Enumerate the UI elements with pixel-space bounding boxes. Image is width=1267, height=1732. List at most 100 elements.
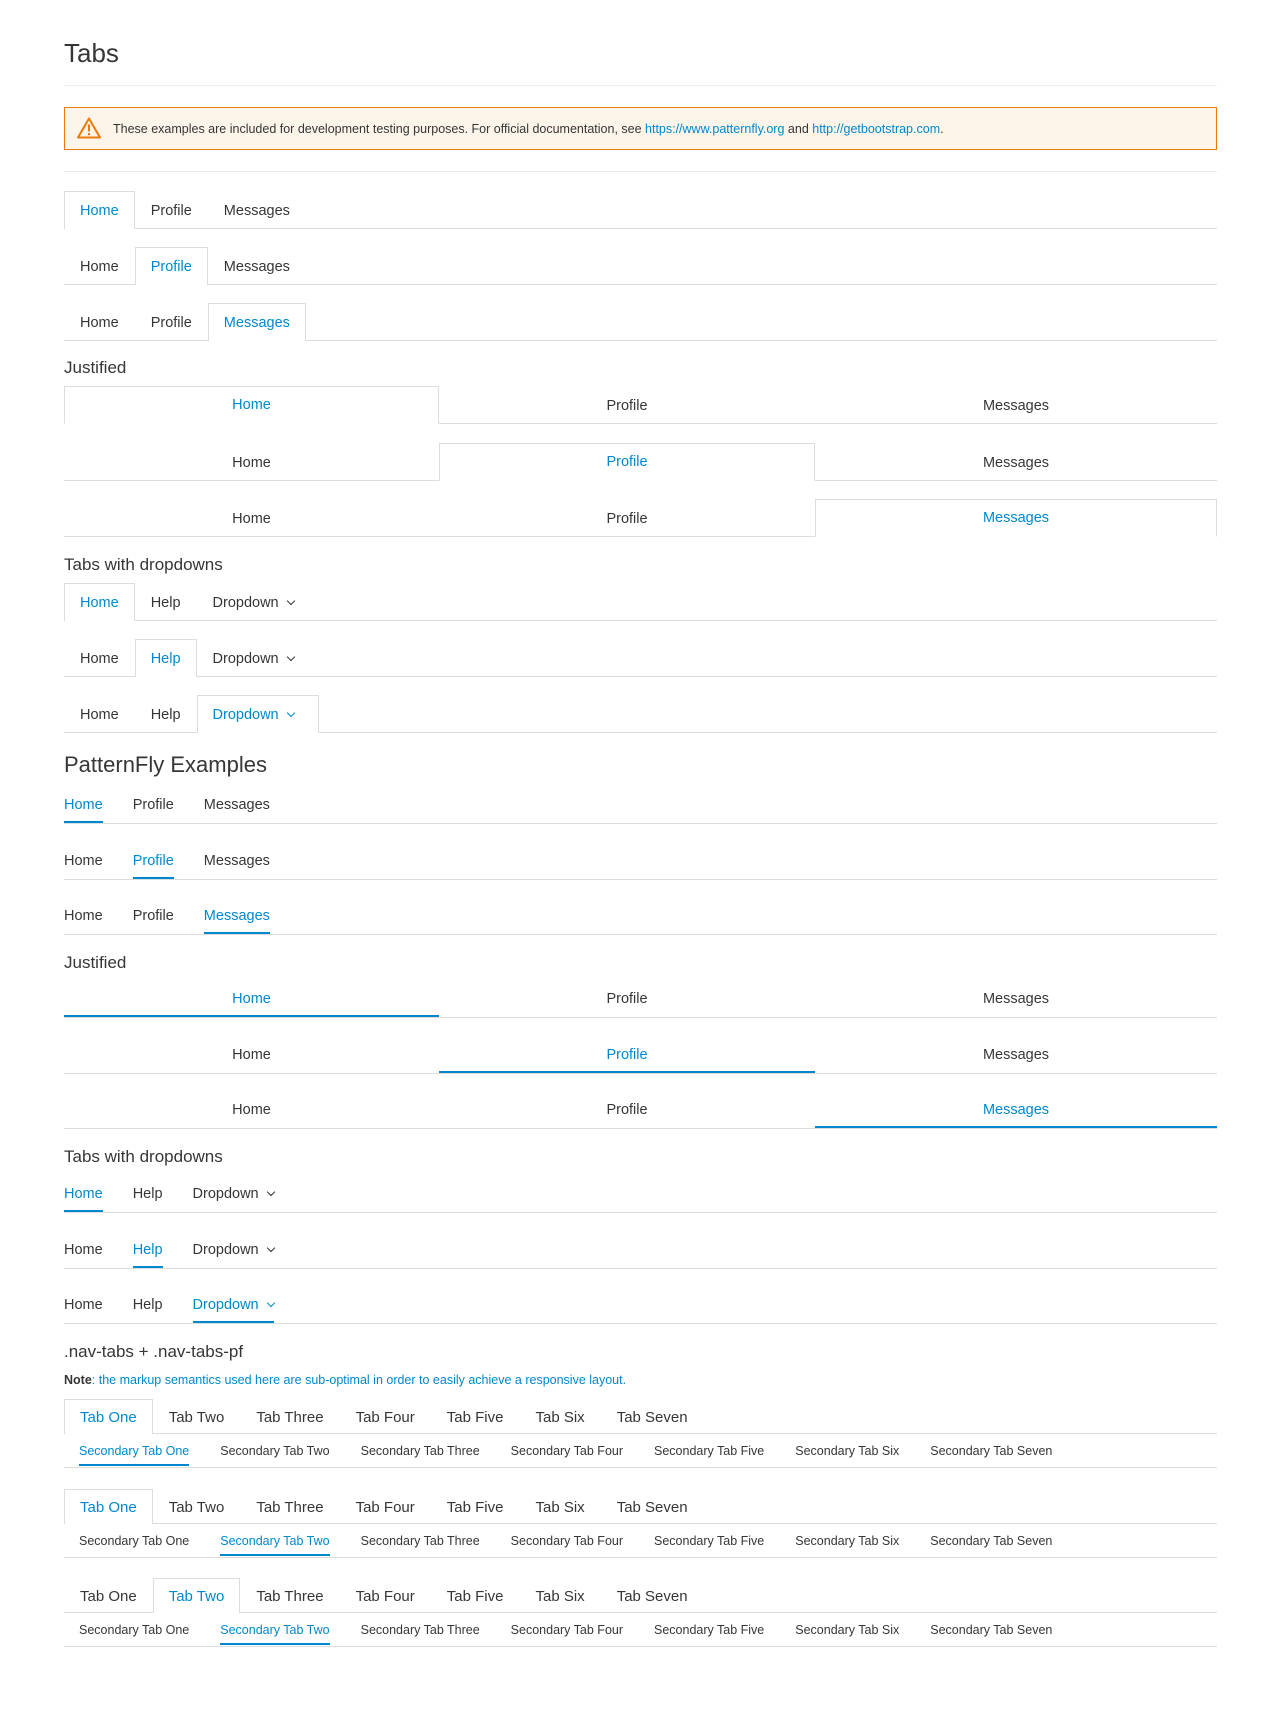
tab-four[interactable]: Tab Four [340, 1400, 431, 1434]
tab-home[interactable]: Home [64, 583, 135, 621]
tab-five[interactable]: Tab Five [431, 1400, 520, 1434]
tab-messages[interactable]: Messages [208, 248, 306, 285]
tab-messages[interactable]: Messages [204, 842, 270, 879]
tab-four[interactable]: Tab Four [340, 1579, 431, 1613]
secondary-tab-six[interactable]: Secondary Tab Six [795, 1525, 899, 1558]
tab-messages[interactable]: Messages [207, 303, 306, 341]
secondary-tab-four[interactable]: Secondary Tab Four [511, 1614, 623, 1647]
tab-six[interactable]: Tab Six [519, 1400, 600, 1434]
secondary-tab-five[interactable]: Secondary Tab Five [654, 1435, 764, 1468]
secondary-tab-five[interactable]: Secondary Tab Five [654, 1525, 764, 1558]
tab-one[interactable]: Tab One [64, 1579, 153, 1613]
secondary-tab-one[interactable]: Secondary Tab One [79, 1435, 190, 1468]
pf-tabs-3: Home Profile Messages [64, 898, 1217, 935]
tab-home[interactable]: Home [64, 1286, 103, 1323]
secondary-tab-six[interactable]: Secondary Tab Six [795, 1614, 899, 1647]
tab-four[interactable]: Tab Four [340, 1490, 431, 1524]
tab-home[interactable]: Home [64, 897, 103, 934]
tab-home[interactable]: Home [64, 1036, 439, 1073]
secondary-tab-two[interactable]: Secondary Tab Two [220, 1525, 330, 1558]
tab-six[interactable]: Tab Six [519, 1490, 600, 1524]
tab-dropdown[interactable]: Dropdown [192, 1286, 275, 1323]
secondary-tab-five[interactable]: Secondary Tab Five [654, 1614, 764, 1647]
tab-profile[interactable]: Profile [439, 500, 815, 537]
secondary-tab-one[interactable]: Secondary Tab One [79, 1525, 189, 1558]
tab-home[interactable]: Home [64, 640, 135, 677]
tab-messages[interactable]: Messages [203, 897, 270, 934]
tab-help[interactable]: Help [133, 1175, 163, 1212]
tab-home[interactable]: Home [64, 786, 103, 823]
tab-home[interactable]: Home [64, 980, 439, 1017]
secondary-tab-four[interactable]: Secondary Tab Four [511, 1435, 623, 1468]
tab-one[interactable]: Tab One [64, 1489, 153, 1524]
tab-profile[interactable]: Profile [133, 786, 174, 823]
tab-messages[interactable]: Messages [204, 786, 270, 823]
tab-home[interactable]: Home [64, 1091, 439, 1128]
tab-profile[interactable]: Profile [439, 443, 815, 481]
tab-profile[interactable]: Profile [135, 192, 208, 229]
tab-three[interactable]: Tab Three [240, 1490, 339, 1524]
tab-profile[interactable]: Profile [133, 897, 174, 934]
tab-home[interactable]: Home [64, 1231, 103, 1268]
tab-home[interactable]: Home [64, 191, 135, 229]
tab-help[interactable]: Help [132, 1231, 163, 1268]
tab-messages[interactable]: Messages [815, 1091, 1217, 1128]
tab-two[interactable]: Tab Two [153, 1400, 241, 1434]
secondary-tab-seven[interactable]: Secondary Tab Seven [930, 1435, 1052, 1468]
tab-two[interactable]: Tab Two [152, 1578, 241, 1613]
secondary-tab-seven[interactable]: Secondary Tab Seven [930, 1614, 1052, 1647]
bootstrap-link[interactable]: http://getbootstrap.com [812, 122, 940, 136]
tab-help[interactable]: Help [133, 1286, 163, 1323]
tab-profile[interactable]: Profile [439, 387, 815, 424]
tab-profile[interactable]: Profile [439, 1091, 815, 1128]
tab-messages[interactable]: Messages [815, 980, 1217, 1017]
secondary-tab-two[interactable]: Secondary Tab Two [220, 1614, 330, 1647]
secondary-tab-four[interactable]: Secondary Tab Four [511, 1525, 623, 1558]
tab-home[interactable]: Home [64, 1175, 103, 1212]
tab-help[interactable]: Help [135, 696, 197, 733]
tab-one[interactable]: Tab One [64, 1399, 153, 1434]
tab-messages[interactable]: Messages [815, 444, 1217, 481]
tab-home[interactable]: Home [64, 500, 439, 537]
tab-three[interactable]: Tab Three [240, 1579, 339, 1613]
tab-profile[interactable]: Profile [135, 304, 208, 341]
tab-dropdown[interactable]: Dropdown [193, 1231, 275, 1268]
tab-home[interactable]: Home [64, 248, 135, 285]
tab-five[interactable]: Tab Five [431, 1490, 520, 1524]
secondary-tab-three[interactable]: Secondary Tab Three [361, 1525, 480, 1558]
tab-profile[interactable]: Profile [439, 980, 815, 1017]
tab-profile[interactable]: Profile [132, 842, 174, 879]
secondary-tab-two[interactable]: Secondary Tab Two [220, 1435, 329, 1468]
secondary-tab-three[interactable]: Secondary Tab Three [361, 1435, 480, 1468]
tab-profile[interactable]: Profile [134, 247, 208, 285]
secondary-tab-six[interactable]: Secondary Tab Six [795, 1435, 899, 1468]
tab-messages[interactable]: Messages [815, 1036, 1217, 1073]
tab-five[interactable]: Tab Five [431, 1579, 520, 1613]
tab-dropdown[interactable]: Dropdown [193, 1175, 275, 1212]
tab-dropdown[interactable]: Dropdown [197, 640, 310, 677]
tab-profile[interactable]: Profile [439, 1036, 815, 1073]
tab-help[interactable]: Help [134, 639, 197, 677]
tab-home[interactable]: Home [64, 444, 439, 481]
tab-three[interactable]: Tab Three [240, 1400, 339, 1434]
tab-messages[interactable]: Messages [815, 387, 1217, 424]
tab-two[interactable]: Tab Two [153, 1490, 241, 1524]
tab-home[interactable]: Home [64, 386, 439, 424]
tab-home[interactable]: Home [64, 842, 103, 879]
tab-seven[interactable]: Tab Seven [601, 1579, 704, 1613]
tab-dropdown[interactable]: Dropdown [197, 584, 310, 621]
tab-home[interactable]: Home [64, 696, 135, 733]
tab-dropdown[interactable]: Dropdown [196, 695, 319, 733]
tab-messages[interactable]: Messages [208, 192, 306, 229]
tab-home[interactable]: Home [64, 304, 135, 341]
secondary-tab-seven[interactable]: Secondary Tab Seven [930, 1525, 1052, 1558]
tab-help[interactable]: Help [135, 584, 197, 621]
tab-six[interactable]: Tab Six [519, 1579, 600, 1613]
secondary-tab-three[interactable]: Secondary Tab Three [361, 1614, 480, 1647]
tab-seven[interactable]: Tab Seven [601, 1490, 704, 1524]
secondary-tab-one[interactable]: Secondary Tab One [79, 1614, 189, 1647]
patternfly-link[interactable]: https://www.patternfly.org [645, 122, 784, 136]
tab-messages[interactable]: Messages [815, 499, 1217, 537]
pf-justified-heading: Justified [64, 953, 127, 972]
tab-seven[interactable]: Tab Seven [601, 1400, 704, 1434]
